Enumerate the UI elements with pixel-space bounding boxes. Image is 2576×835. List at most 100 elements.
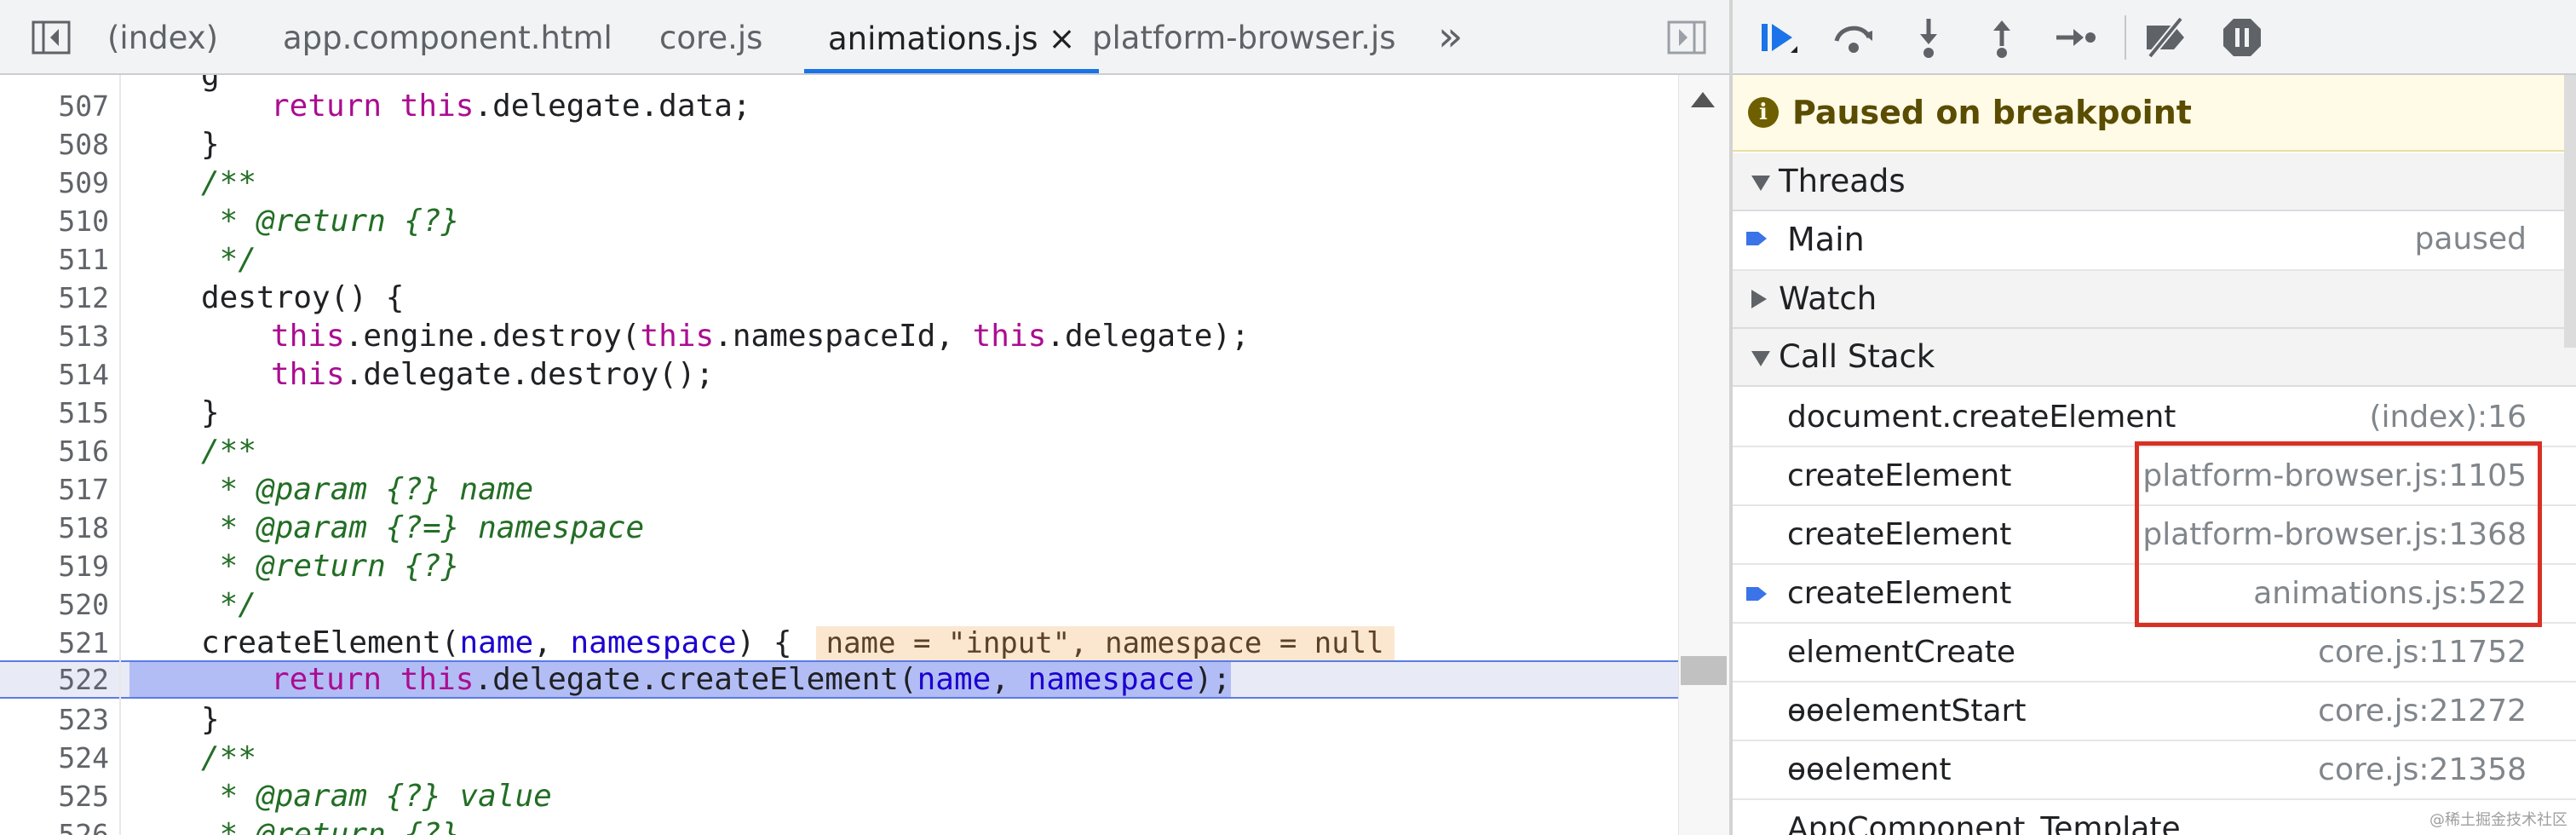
paused-message: Paused on breakpoint xyxy=(1792,94,2192,131)
callstack-section-header[interactable]: Call Stack xyxy=(1733,329,2576,387)
code-token: this xyxy=(271,319,345,354)
line-number: 521 xyxy=(58,626,109,659)
code-comment: /** xyxy=(201,434,257,469)
code-line: 524 /** xyxy=(0,739,1678,777)
call-frame-row[interactable]: ɵɵelement core.js:21358 xyxy=(1733,741,2576,800)
code-comment: * @return {?} xyxy=(201,549,460,584)
code-comment: */ xyxy=(201,242,257,277)
section-label: Call Stack xyxy=(1779,338,1935,375)
code-token: namespace xyxy=(570,625,737,660)
paused-banner: i Paused on breakpoint xyxy=(1733,75,2576,152)
step-over-icon[interactable] xyxy=(1830,14,1877,61)
code-token: this xyxy=(972,319,1047,354)
editor-scrollbar[interactable] xyxy=(1678,75,1730,835)
tab-label: platform-browser.js xyxy=(1092,20,1396,56)
tab-index[interactable]: (index) xyxy=(107,0,218,73)
frame-function: createElement xyxy=(1787,517,2012,552)
tab-platform-browser-js[interactable]: platform-browser.js xyxy=(1092,0,1396,73)
code-line: 509 /** xyxy=(0,164,1678,202)
code-token: this xyxy=(400,89,474,124)
line-number: 513 xyxy=(58,320,109,353)
code-comment: * @param {?=} namespace xyxy=(201,510,645,545)
more-tabs-icon[interactable]: » xyxy=(1438,0,1463,73)
code-token: .namespaceId, xyxy=(714,319,973,354)
section-label: Watch xyxy=(1779,280,1877,317)
code-line: 515 } xyxy=(0,394,1678,432)
annotation-highlight-box xyxy=(2135,441,2542,627)
threads-section-header[interactable]: Threads xyxy=(1733,153,2576,211)
line-number: 514 xyxy=(58,358,109,391)
tab-app-component-html[interactable]: app.component.html xyxy=(283,0,612,73)
code-comment: /** xyxy=(201,740,257,775)
code-token: .delegate.destroy(); xyxy=(344,357,715,392)
code-token: name xyxy=(917,662,992,697)
code-comment: /** xyxy=(201,165,257,200)
sidebar-scrollbar[interactable] xyxy=(2564,75,2576,348)
code-line: 518 * @param {?=} namespace xyxy=(0,509,1678,547)
code-token: .engine.destroy( xyxy=(344,319,641,354)
line-number: 520 xyxy=(58,588,109,621)
code-line: 511 */ xyxy=(0,240,1678,279)
code-line: 510 * @return {?} xyxy=(0,202,1678,240)
call-frame-row[interactable]: document.createElement (index):16 xyxy=(1733,389,2576,447)
code-line: 512 destroy() { xyxy=(0,279,1678,317)
thread-row-main[interactable]: Main paused xyxy=(1733,210,2576,271)
expand-triangle-icon xyxy=(1751,176,1770,191)
current-thread-arrow-icon xyxy=(1746,232,1767,245)
line-number: 517 xyxy=(58,473,109,506)
code-token: .delegate.createElement( xyxy=(474,662,917,697)
code-comment: * @return {?} xyxy=(201,817,460,835)
code-line: 519 * @return {?} xyxy=(0,547,1678,585)
code-token: .delegate.data; xyxy=(474,89,751,124)
frame-location[interactable]: core.js:11752 xyxy=(2318,624,2527,681)
step-out-icon[interactable] xyxy=(1978,14,2026,61)
watch-section-header[interactable]: Watch xyxy=(1733,271,2576,329)
code-token: ); xyxy=(1193,662,1232,697)
toolbar-separator xyxy=(2125,15,2126,60)
tab-animations-js[interactable]: animations.js × xyxy=(804,0,1100,73)
watermark: @稀土掘金技术社区 xyxy=(2429,811,2567,829)
frame-location[interactable]: (index):16 xyxy=(2369,389,2527,446)
scroll-up-icon[interactable] xyxy=(1691,92,1715,107)
call-frame-row[interactable]: ɵɵelementStart core.js:21272 xyxy=(1733,682,2576,741)
code-token: this xyxy=(640,319,715,354)
section-label: Threads xyxy=(1779,163,1906,199)
code-token: return xyxy=(271,89,382,124)
sidebar-right-icon[interactable] xyxy=(1666,17,1707,58)
step-into-icon[interactable] xyxy=(1905,14,1952,61)
resume-icon[interactable] xyxy=(1755,14,1803,61)
frame-function: ɵɵelementStart xyxy=(1787,694,2027,728)
code-comment: * @param {?} name xyxy=(201,472,534,507)
frame-location[interactable]: core.js:21272 xyxy=(2318,682,2527,740)
current-frame-arrow-icon xyxy=(1746,587,1767,601)
step-icon[interactable] xyxy=(2051,14,2099,61)
line-number: 516 xyxy=(58,435,109,468)
tab-core-js[interactable]: core.js xyxy=(659,0,762,73)
code-line: 523 } xyxy=(0,700,1678,739)
tab-label: (index) xyxy=(107,20,219,56)
editor-tab-bar: (index) app.component.html core.js anima… xyxy=(0,0,1729,75)
line-number: 511 xyxy=(58,243,109,276)
expand-triangle-icon xyxy=(1751,351,1770,366)
editor-pane: (index) app.component.html core.js anima… xyxy=(0,0,1730,835)
code-token: this xyxy=(271,357,345,392)
info-icon: i xyxy=(1748,97,1779,128)
code-token: ) { xyxy=(736,625,792,660)
pause-on-exceptions-icon[interactable] xyxy=(2218,14,2266,61)
inline-variable-values: name = "input", namespace = null xyxy=(815,626,1394,660)
code-text: } xyxy=(201,702,220,737)
tab-label: app.component.html xyxy=(283,20,612,56)
close-icon[interactable]: × xyxy=(1049,20,1076,57)
code-editor[interactable]: g 507 return this.delegate.data; 508 } 5… xyxy=(0,75,1678,835)
scrollbar-thumb[interactable] xyxy=(1681,656,1727,685)
line-number: 519 xyxy=(58,550,109,583)
line-number: 515 xyxy=(58,396,109,429)
line-number: 507 xyxy=(58,89,109,123)
call-frame-row[interactable]: elementCreate core.js:11752 xyxy=(1733,624,2576,682)
deactivate-breakpoints-icon[interactable] xyxy=(2142,14,2189,61)
line-number: 523 xyxy=(58,703,109,736)
code-token: , xyxy=(991,662,1028,697)
frame-location[interactable]: core.js:21358 xyxy=(2318,741,2527,798)
debugger-sidebar: i Paused on breakpoint Threads Main paus… xyxy=(1733,0,2576,835)
sidebar-left-icon[interactable] xyxy=(31,17,72,58)
